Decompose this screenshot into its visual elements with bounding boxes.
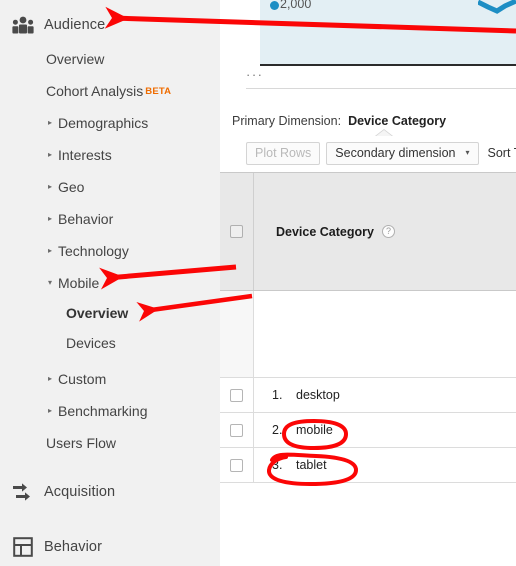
row-value[interactable]: desktop <box>296 388 340 402</box>
chevron-down-icon: ▾ <box>465 148 470 157</box>
chevron-right-icon: ▸ <box>48 246 53 255</box>
table-header-device-category[interactable]: Device Category ? <box>254 173 516 290</box>
secondary-dimension-dropdown[interactable]: Secondary dimension ▾ <box>326 141 479 165</box>
sidebar-item-label: Benchmarking <box>58 403 148 419</box>
sidebar-item-users-flow[interactable]: Users Flow <box>0 430 220 456</box>
sidebar-item-label: Behavior <box>58 211 114 227</box>
sidebar-item-technology[interactable]: ▸ Technology <box>0 238 220 264</box>
plot-rows-button[interactable]: Plot Rows <box>246 141 321 165</box>
sidebar-section-label: Behavior <box>44 539 103 555</box>
main-content: 2,000 ··· Primary Dimension: Device Cate… <box>220 0 516 566</box>
select-all-cell[interactable] <box>220 173 254 290</box>
select-all-checkbox[interactable] <box>230 225 243 238</box>
plot-rows-label: Plot Rows <box>255 146 312 160</box>
sidebar-item-label: Demographics <box>58 115 149 131</box>
sidebar-item-label: Interests <box>58 147 112 163</box>
chevron-down-icon: ▾ <box>48 278 53 287</box>
sidebar-item-custom[interactable]: ▸ Custom <box>0 366 220 392</box>
sidebar-item-label: Overview <box>46 51 105 67</box>
chart-data-point-marker <box>270 1 279 10</box>
sidebar-item-geo[interactable]: ▸ Geo <box>0 174 220 200</box>
chevron-right-icon: ▸ <box>48 118 53 127</box>
sidebar-section-label: Acquisition <box>44 484 116 500</box>
sidebar-item-benchmarking[interactable]: ▸ Benchmarking <box>0 398 220 424</box>
table-row[interactable]: 2. mobile <box>220 413 516 448</box>
sidebar-item-interests[interactable]: ▸ Interests <box>0 142 220 168</box>
sidebar-section-label: Audience <box>44 17 106 33</box>
sidebar-item-label: Overview <box>66 305 129 321</box>
layout-icon <box>6 537 40 557</box>
beta-badge: BETA <box>145 85 172 97</box>
row-select-cell[interactable] <box>220 448 254 482</box>
chevron-right-icon: ▸ <box>48 214 53 223</box>
sidebar: Audience Overview Cohort Analysis BETA ▸… <box>0 0 220 566</box>
row-value[interactable]: tablet <box>296 458 327 472</box>
sidebar-item-mobile-overview[interactable]: Overview <box>0 300 220 326</box>
row-content: 2. mobile <box>254 413 516 447</box>
table-header-label: Device Category <box>276 224 374 239</box>
sidebar-item-mobile[interactable]: ▾ Mobile <box>0 270 220 296</box>
arrows-icon <box>6 482 40 502</box>
table-toolbar: Plot Rows Secondary dimension ▾ Sort Typ… <box>220 136 516 170</box>
row-checkbox[interactable] <box>230 388 243 402</box>
help-icon[interactable]: ? <box>381 225 395 238</box>
table-header-row: Device Category ? <box>220 172 516 291</box>
sidebar-section-audience[interactable]: Audience <box>0 8 220 42</box>
sidebar-item-overview[interactable]: Overview <box>0 46 220 72</box>
people-icon <box>6 16 40 34</box>
row-select-cell[interactable] <box>220 378 254 412</box>
sidebar-item-label: Users Flow <box>46 435 117 451</box>
sidebar-item-mobile-devices[interactable]: Devices <box>0 330 220 356</box>
sidebar-section-behavior[interactable]: Behavior <box>0 530 220 564</box>
chevron-right-icon: ▸ <box>48 182 53 191</box>
chart-overflow-ellipsis[interactable]: ··· <box>246 68 264 81</box>
sidebar-section-acquisition[interactable]: Acquisition <box>0 475 220 509</box>
primary-dimension-bar: Primary Dimension: Device Category <box>220 110 446 132</box>
row-content: 1. desktop <box>254 378 516 412</box>
sidebar-item-cohort-analysis[interactable]: Cohort Analysis BETA <box>0 78 220 104</box>
sidebar-item-label: Devices <box>66 335 116 351</box>
divider <box>246 88 516 89</box>
device-category-table: Device Category ? 1. desktop 2. mobile 3… <box>220 172 516 483</box>
sidebar-item-behavior[interactable]: ▸ Behavior <box>0 206 220 232</box>
sidebar-item-label: Cohort Analysis <box>46 83 144 99</box>
table-row[interactable]: 1. desktop <box>220 378 516 413</box>
primary-dimension-value[interactable]: Device Category <box>348 114 446 128</box>
sidebar-item-label: Custom <box>58 371 107 387</box>
spacer-checkbox-column <box>220 291 254 377</box>
chart-plot-area: 2,000 <box>260 0 516 66</box>
sidebar-item-demographics[interactable]: ▸ Demographics <box>0 110 220 136</box>
row-content: 3. tablet <box>254 448 516 482</box>
row-index: 2. <box>272 423 283 437</box>
secondary-dimension-label: Secondary dimension <box>335 146 456 160</box>
row-index: 3. <box>272 458 283 472</box>
row-value[interactable]: mobile <box>296 423 333 437</box>
row-index: 1. <box>272 388 283 402</box>
sidebar-item-label: Geo <box>58 179 85 195</box>
chart-line-segment <box>478 0 516 16</box>
spacer-content-column <box>254 291 516 377</box>
primary-dimension-label: Primary Dimension: <box>232 114 342 128</box>
sidebar-item-label: Technology <box>58 243 129 259</box>
table-body-spacer <box>220 291 516 378</box>
sort-type-label: Sort Type: <box>487 146 516 160</box>
chart-y-axis-tick-label: 2,000 <box>280 0 312 11</box>
chevron-right-icon: ▸ <box>48 150 53 159</box>
chevron-right-icon: ▸ <box>48 374 53 383</box>
chevron-right-icon: ▸ <box>48 406 53 415</box>
sidebar-item-label: Mobile <box>58 275 100 291</box>
row-select-cell[interactable] <box>220 413 254 447</box>
table-row[interactable]: 3. tablet <box>220 448 516 483</box>
row-checkbox[interactable] <box>230 423 243 437</box>
row-checkbox[interactable] <box>230 458 243 472</box>
